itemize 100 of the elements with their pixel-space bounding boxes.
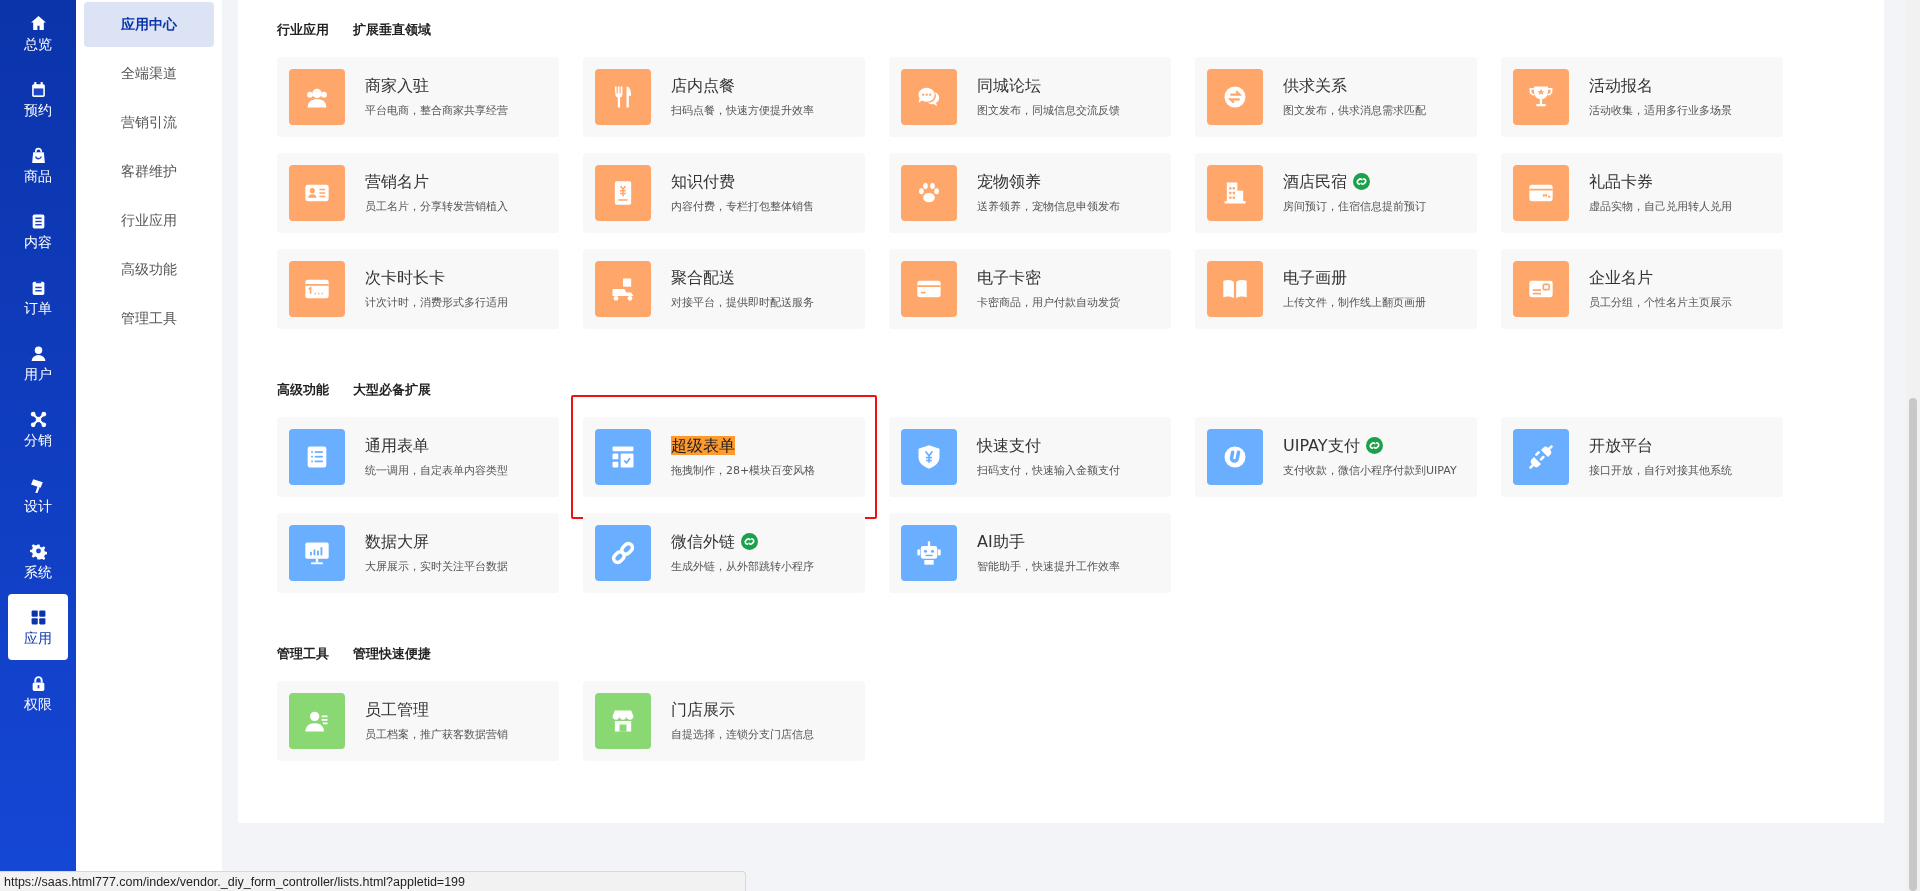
app-card[interactable]: 开放平台 接口开放，自行对接其他系统 [1501, 417, 1783, 497]
sidebar-nav-item[interactable]: 用户 [8, 330, 68, 396]
app-title: 活动报名 [1589, 75, 1653, 95]
nav-icon [29, 147, 47, 164]
nav-icon [29, 345, 47, 362]
sidebar-nav-item[interactable]: 订单 [8, 264, 68, 330]
app-title: 员工管理 [365, 699, 429, 719]
app-card[interactable]: 次卡时长卡 计次计时，消费形式多行适用 [277, 249, 559, 329]
app-description: 自提选择，连锁分支门店信息 [671, 727, 814, 743]
app-card[interactable]: 企业名片 员工分组，个性名片主页展示 [1501, 249, 1783, 329]
nav-icon [29, 543, 47, 560]
app-card[interactable]: 电子卡密 卡密商品，用户付款自动发货 [889, 249, 1171, 329]
app-card[interactable]: 酒店民宿 房间预订，住宿信息提前预订 [1195, 153, 1477, 233]
app-description: 平台电商，整合商家共享经营 [365, 103, 508, 119]
app-card[interactable]: 通用表单 统一调用，自定表单内容类型 [277, 417, 559, 497]
app-title: 开放平台 [1589, 435, 1653, 455]
app-description: 接口开放，自行对接其他系统 [1589, 463, 1732, 479]
app-icon [609, 539, 637, 567]
app-title: 微信外链 [671, 531, 735, 551]
app-card[interactable]: 活动报名 活动收集，适用多行业多场景 [1501, 57, 1783, 137]
sidebar-nav-item[interactable]: 商品 [8, 132, 68, 198]
app-description: 支付收款，微信小程序付款到UIPAY [1283, 463, 1457, 479]
sidebar-nav-item[interactable]: 应用 [8, 594, 68, 660]
section-title: 管理工具 [277, 645, 329, 663]
app-card[interactable]: 商家入驻 平台电商，整合商家共享经营 [277, 57, 559, 137]
app-title: 同城论坛 [977, 75, 1041, 95]
app-description: 上传文件，制作线上翻页画册 [1283, 295, 1426, 311]
app-card[interactable]: 供求关系 图文发布，供求消息需求匹配 [1195, 57, 1477, 137]
nav-icon [29, 609, 47, 626]
app-title: 数据大屏 [365, 531, 429, 551]
app-card[interactable]: 电子画册 上传文件，制作线上翻页画册 [1195, 249, 1477, 329]
app-card[interactable]: 快速支付 扫码支付，快速输入金额支付 [889, 417, 1171, 497]
app-title: UIPAY支付 [1283, 435, 1360, 455]
app-icon [1527, 443, 1555, 471]
app-description: 卡密商品，用户付款自动发货 [977, 295, 1120, 311]
app-title: 供求关系 [1283, 75, 1347, 95]
app-card[interactable]: 聚合配送 对接平台，提供即时配送服务 [583, 249, 865, 329]
section-subtitle: 大型必备扩展 [353, 381, 431, 399]
sidebar-nav-item[interactable]: 分销 [8, 396, 68, 462]
app-description: 统一调用，自定表单内容类型 [365, 463, 508, 479]
app-title: 知识付费 [671, 171, 735, 191]
app-title: 企业名片 [1589, 267, 1653, 287]
app-title: 快速支付 [977, 435, 1041, 455]
section-subtitle: 扩展垂直领域 [353, 21, 431, 39]
app-card[interactable]: 员工管理 员工档案，推广获客数据营销 [277, 681, 559, 761]
app-title: 店内点餐 [671, 75, 735, 95]
nav-icon [29, 411, 47, 428]
subnav-item[interactable]: 行业应用 [84, 198, 214, 243]
subnav-item[interactable]: 客群维护 [84, 149, 214, 194]
subnav-item[interactable]: 应用中心 [84, 2, 214, 47]
section-title: 行业应用 [277, 21, 329, 39]
app-description: 计次计时，消费形式多行适用 [365, 295, 508, 311]
app-description: 智能助手，快速提升工作效率 [977, 559, 1120, 575]
app-card[interactable]: 知识付费 内容付费，专栏打包整体销售 [583, 153, 865, 233]
app-card[interactable]: 营销名片 员工名片，分享转发营销植入 [277, 153, 559, 233]
app-title: 电子画册 [1283, 267, 1347, 287]
app-title: 电子卡密 [977, 267, 1041, 287]
sidebar-nav-item[interactable]: 总览 [8, 0, 68, 66]
app-description: 员工名片，分享转发营销植入 [365, 199, 508, 215]
sidebar-nav-item[interactable]: 设计 [8, 462, 68, 528]
app-description: 图文发布，同城信息交流反馈 [977, 103, 1120, 119]
nav-icon [29, 15, 47, 32]
link-url-tooltip: https://saas.html777.com/index/vendor._diy_form_controller/lists.html?appletid=199 [0, 871, 746, 891]
nav-icon [29, 81, 47, 98]
app-card[interactable]: 礼品卡券 虚品实物，自己兑用转人兑用 [1501, 153, 1783, 233]
app-title: 礼品卡券 [1589, 171, 1653, 191]
app-title: 酒店民宿 [1283, 171, 1347, 191]
subnav-item[interactable]: 营销引流 [84, 100, 214, 145]
app-description: 虚品实物，自己兑用转人兑用 [1589, 199, 1732, 215]
app-card[interactable]: 宠物领养 送养领养，宠物信息申领发布 [889, 153, 1171, 233]
app-title: 宠物领养 [977, 171, 1041, 191]
app-card[interactable]: AI助手 智能助手，快速提升工作效率 [889, 513, 1171, 593]
app-card[interactable]: 门店展示 自提选择，连锁分支门店信息 [583, 681, 865, 761]
sidebar-nav-item[interactable]: 权限 [8, 660, 68, 726]
app-title: 聚合配送 [671, 267, 735, 287]
subnav-item[interactable]: 高级功能 [84, 247, 214, 292]
sidebar-nav-item[interactable]: 内容 [8, 198, 68, 264]
app-title: 营销名片 [365, 171, 429, 191]
app-description: 送养领养，宠物信息申领发布 [977, 199, 1120, 215]
app-card[interactable]: 微信外链 生成外链，从外部跳转小程序 [583, 513, 865, 593]
app-description: 员工档案，推广获客数据营销 [365, 727, 508, 743]
app-description: 对接平台，提供即时配送服务 [671, 295, 814, 311]
app-card[interactable]: 超级表单 拖拽制作，28+模块百变风格 [583, 417, 865, 497]
subnav-item[interactable]: 管理工具 [84, 296, 214, 341]
subnav-item[interactable]: 全端渠道 [84, 51, 214, 96]
app-title: 次卡时长卡 [365, 267, 445, 287]
sidebar-nav-item[interactable]: 系统 [8, 528, 68, 594]
app-card[interactable]: 同城论坛 图文发布，同城信息交流反馈 [889, 57, 1171, 137]
app-title: 门店展示 [671, 699, 735, 719]
sidebar-nav-item[interactable]: 预约 [8, 66, 68, 132]
app-title: 通用表单 [365, 435, 429, 455]
scrollbar-thumb[interactable] [1909, 398, 1917, 891]
app-description: 图文发布，供求消息需求匹配 [1283, 103, 1426, 119]
app-description: 内容付费，专栏打包整体销售 [671, 199, 814, 215]
app-description: 扫码点餐，快速方便提升效率 [671, 103, 814, 119]
app-card[interactable]: UIPAY支付 支付收款，微信小程序付款到UIPAY [1195, 417, 1477, 497]
app-card[interactable]: 数据大屏 大屏展示，实时关注平台数据 [277, 513, 559, 593]
app-description: 员工分组，个性名片主页展示 [1589, 295, 1732, 311]
app-description: 拖拽制作，28+模块百变风格 [671, 463, 816, 479]
app-card[interactable]: 店内点餐 扫码点餐，快速方便提升效率 [583, 57, 865, 137]
